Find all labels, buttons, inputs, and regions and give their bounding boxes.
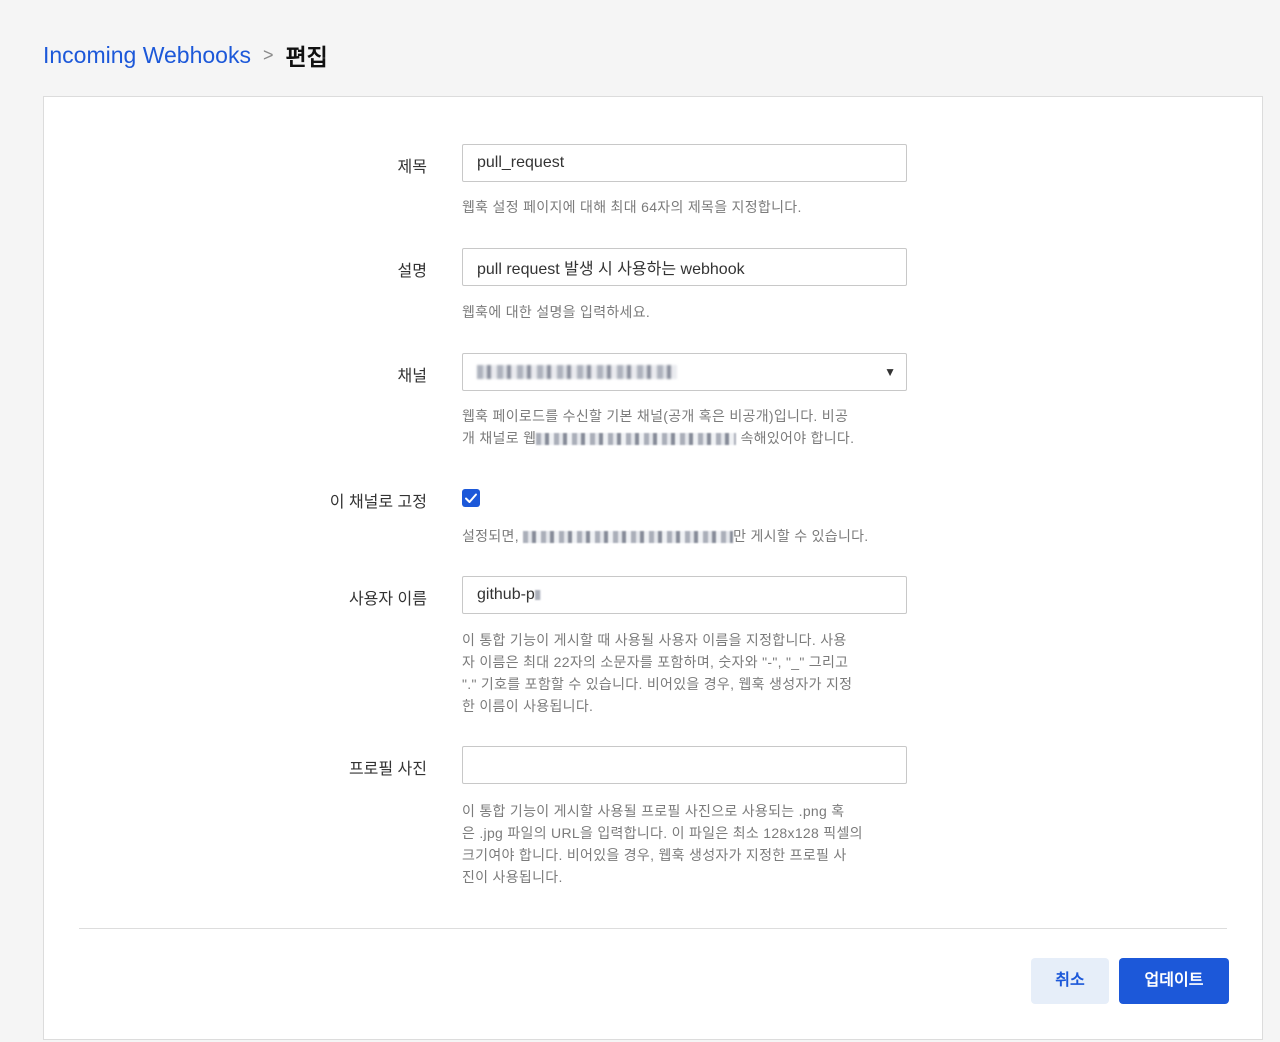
- username-help-line: 이 통합 기능이 게시할 때 사용될 사용자 이름을 지정합니다. 사용: [462, 632, 847, 648]
- page-title: 편집: [285, 44, 328, 70]
- redacted-channel-name: [477, 364, 677, 379]
- redacted-text: [536, 433, 737, 446]
- title-label: 제목: [397, 159, 427, 176]
- channel-help: 웹훅 페이로드를 수신할 기본 채널(공개 혹은 비공개)입니다. 비공 개 채…: [462, 405, 908, 449]
- profile-picture-help-line: 크기여야 합니다. 비어있을 경우, 웹훅 생성자가 지정한 프로필 사: [462, 847, 847, 863]
- lock-channel-help: 설정되면, 만 게시할 수 있습니다.: [462, 525, 908, 547]
- profile-picture-help: 이 통합 기능이 게시할 사용될 프로필 사진으로 사용되는 .png 혹 은 …: [462, 800, 908, 888]
- lock-channel-help-end: 만 게시할 수 있습니다.: [733, 528, 869, 544]
- channel-help-line: 웹훅 페이로드를 수신할 기본 채널(공개 혹은 비공개)입니다. 비공: [462, 408, 849, 424]
- description-input[interactable]: [462, 248, 907, 286]
- chevron-down-icon: ▼: [884, 365, 896, 379]
- username-label: 사용자 이름: [348, 591, 427, 608]
- form-divider: [79, 928, 1227, 929]
- lock-channel-help-start: 설정되면,: [462, 528, 524, 544]
- username-input[interactable]: github-p: [462, 576, 907, 614]
- channel-help-start: 개 채널로 웹: [462, 430, 537, 446]
- profile-picture-input[interactable]: [462, 746, 907, 784]
- breadcrumb: Incoming Webhooks > 편집: [43, 38, 328, 72]
- title-input[interactable]: [462, 144, 907, 182]
- channel-help-end: 속해있어야 합니다.: [740, 430, 855, 446]
- redacted-text: [523, 531, 734, 544]
- channel-label: 채널: [397, 368, 427, 385]
- chevron-right-icon: >: [262, 44, 274, 65]
- webhook-edit-form: 제목 웹훅 설정 페이지에 대해 최대 64자의 제목을 지정합니다. 설명 웹…: [43, 96, 1263, 1040]
- profile-picture-label: 프로필 사진: [348, 761, 427, 778]
- profile-picture-help-line: 진이 사용됩니다.: [462, 869, 563, 885]
- lock-channel-checkbox[interactable]: [462, 489, 480, 507]
- checkmark-icon: [465, 493, 477, 503]
- redacted-text: [534, 589, 541, 600]
- update-button[interactable]: 업데이트: [1119, 958, 1229, 1004]
- cancel-button[interactable]: 취소: [1031, 958, 1109, 1004]
- username-help-line: 한 이름이 사용됩니다.: [462, 698, 594, 714]
- profile-picture-help-line: 이 통합 기능이 게시할 사용될 프로필 사진으로 사용되는 .png 혹: [462, 803, 845, 819]
- username-help-line: "." 기호를 포함할 수 있습니다. 비어있을 경우, 웹훅 생성자가 지정: [462, 676, 853, 692]
- lock-channel-label: 이 채널로 고정: [329, 494, 427, 511]
- title-help: 웹훅 설정 페이지에 대해 최대 64자의 제목을 지정합니다.: [462, 199, 802, 215]
- breadcrumb-link-incoming-webhooks[interactable]: Incoming Webhooks: [43, 42, 251, 69]
- channel-select[interactable]: ▼: [462, 353, 907, 391]
- username-help: 이 통합 기능이 게시할 때 사용될 사용자 이름을 지정합니다. 사용 자 이…: [462, 629, 908, 717]
- description-help: 웹훅에 대한 설명을 입력하세요.: [462, 304, 651, 320]
- username-help-line: 자 이름은 최대 22자의 소문자를 포함하며, 숫자와 "-", "_" 그리…: [462, 654, 849, 670]
- channel-help-line: 개 채널로 웹 속해있어야 합니다.: [462, 427, 908, 449]
- username-value: github-p: [477, 586, 535, 603]
- profile-picture-help-line: 은 .jpg 파일의 URL을 입력합니다. 이 파일은 최소 128x128 …: [462, 825, 863, 841]
- description-label: 설명: [397, 263, 427, 280]
